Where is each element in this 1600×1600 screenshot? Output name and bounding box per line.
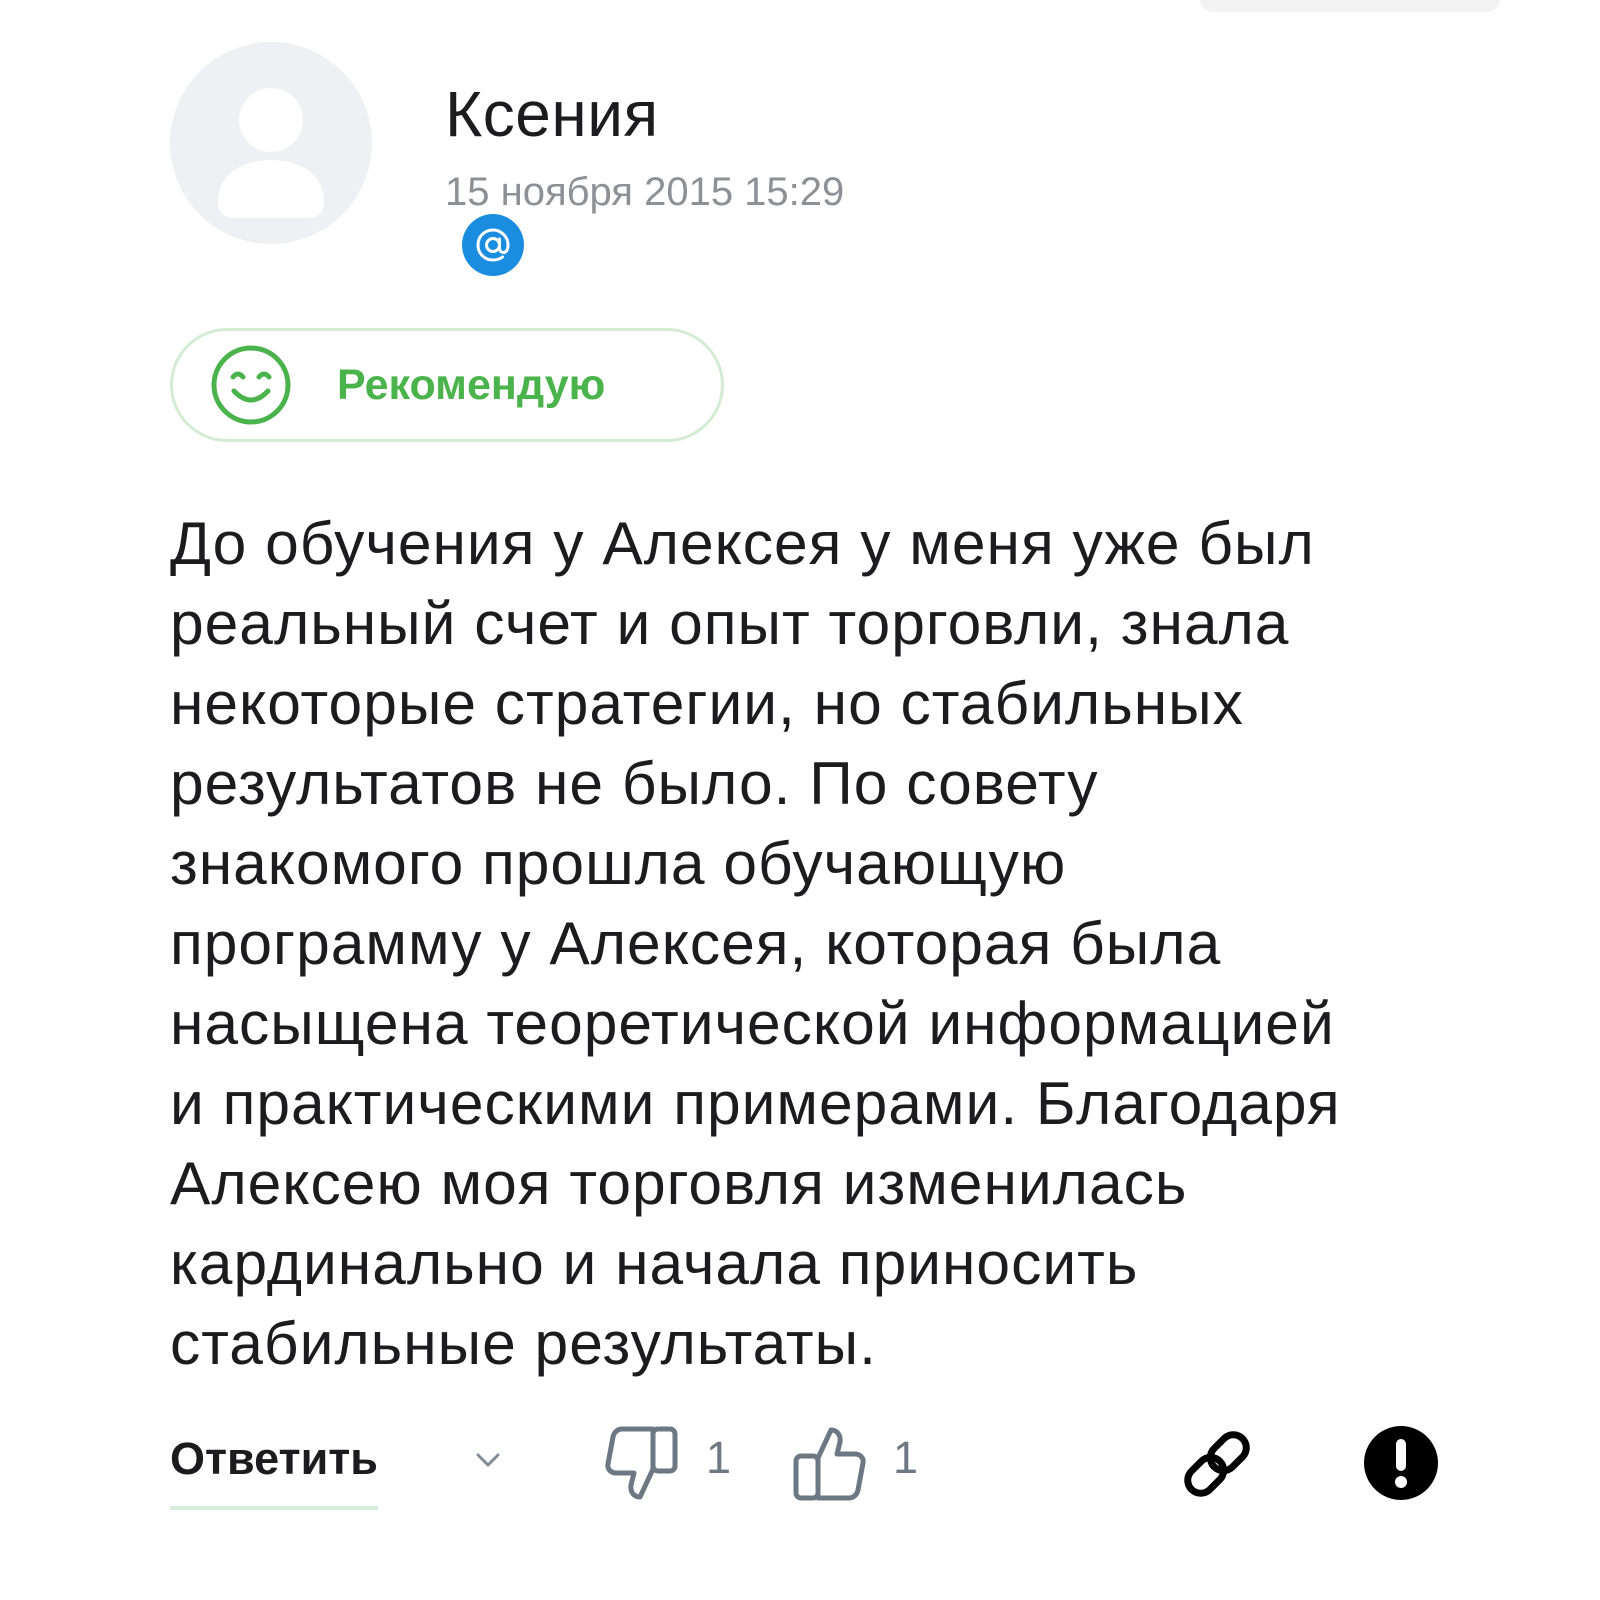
top-edge-fragment [1200,0,1500,12]
reply-button[interactable]: Ответить [170,1420,378,1510]
recommend-label: Рекомендую [337,360,606,409]
report-icon[interactable] [1362,1424,1440,1502]
chevron-down-icon[interactable] [470,1442,506,1478]
like-count: 1 [893,1432,919,1483]
mail-at-icon [476,228,510,262]
recommend-badge: Рекомендую [170,328,724,442]
link-icon[interactable] [1175,1422,1259,1506]
thumbs-down-icon[interactable] [603,1421,681,1505]
post-date: 15 ноября 2015 15:29 [445,170,845,214]
thumbs-up-icon[interactable] [790,1422,868,1506]
review-text: До обучения у Алексея у меня уже был реа… [170,509,1341,1377]
mail-badge [457,209,529,281]
review-actions: Ответить 1 1 [0,1420,1600,1530]
author-name[interactable]: Ксения [445,76,659,152]
smile-icon [211,345,291,425]
dislike-count: 1 [706,1432,732,1483]
user-placeholder-icon [218,88,324,218]
avatar[interactable] [170,42,529,281]
